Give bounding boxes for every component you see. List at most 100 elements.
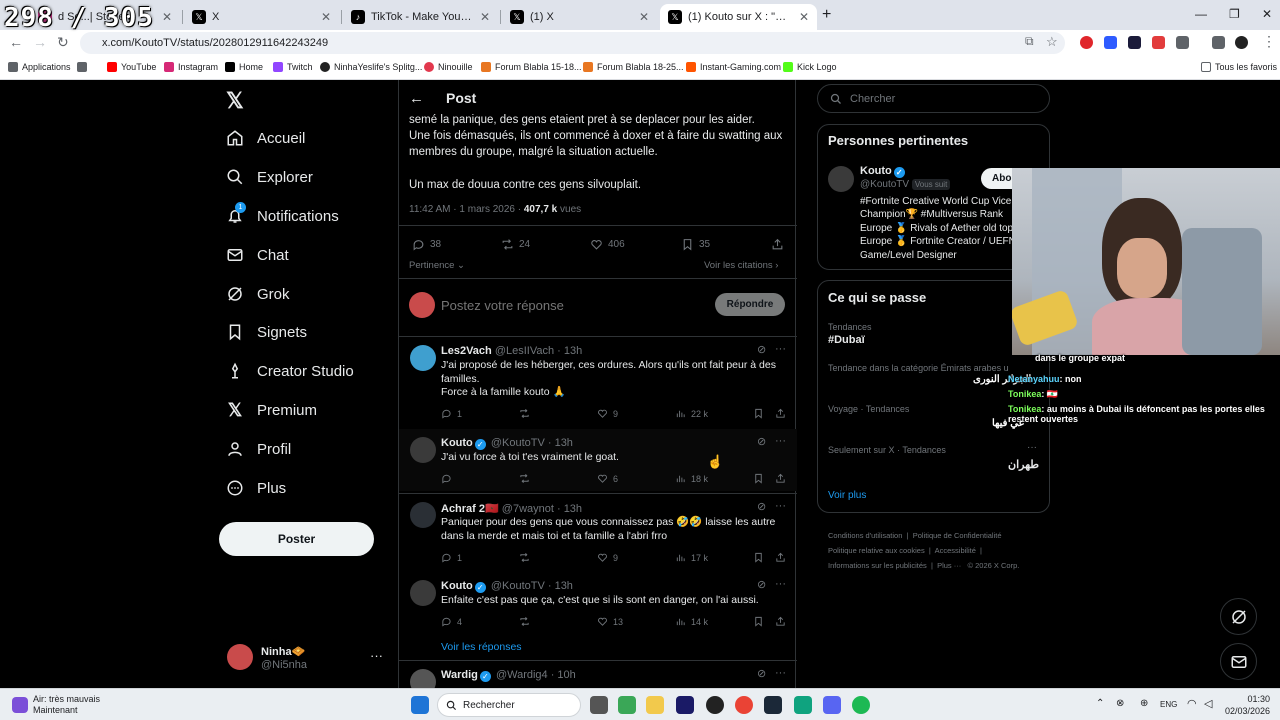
- windows-start-icon[interactable]: [411, 696, 429, 714]
- search-box[interactable]: Chercher: [817, 84, 1050, 113]
- bookmark-button[interactable]: [753, 552, 769, 563]
- wifi-icon[interactable]: ◠: [1187, 697, 1197, 710]
- close-icon[interactable]: ✕: [321, 10, 331, 24]
- sort-pertinence[interactable]: Pertinence ⌄: [409, 260, 465, 271]
- nav-creator-studio[interactable]: Creator Studio: [226, 362, 354, 380]
- reply-tweet[interactable]: Wardig ✓ @Wardig4 · 10h ⊘ ···: [399, 661, 797, 688]
- footer-link[interactable]: Informations sur les publicités: [828, 561, 927, 570]
- like-button[interactable]: 6: [597, 473, 618, 484]
- account-menu-icon[interactable]: ···: [370, 648, 383, 663]
- close-window-icon[interactable]: ✕: [1262, 7, 1272, 21]
- restore-icon[interactable]: ❐: [1229, 7, 1240, 21]
- taskbar-clock[interactable]: 01:30 02/03/2026: [1225, 693, 1270, 717]
- address-bar[interactable]: x.com/KoutoTV/status/2028012911642243249: [80, 32, 1065, 54]
- more-icon[interactable]: ···: [775, 435, 786, 447]
- trend-name[interactable]: #Dubaï: [828, 334, 865, 346]
- bookmark-applications[interactable]: Applications: [8, 62, 71, 72]
- app-icon[interactable]: [618, 696, 636, 714]
- app-icon[interactable]: [794, 696, 812, 714]
- close-icon[interactable]: ✕: [639, 10, 649, 24]
- view-quotes-link[interactable]: Voir les citations ›: [704, 260, 778, 271]
- reply-tweet[interactable]: Achraf 2🇲🇦 @7waynot · 13h ⊘ ··· Paniquer…: [399, 494, 797, 570]
- share-button[interactable]: [775, 552, 791, 563]
- grok-float-button[interactable]: [1220, 598, 1257, 635]
- extension-icon[interactable]: [1104, 36, 1117, 49]
- trend-name[interactable]: طهران: [1008, 458, 1039, 471]
- post-button[interactable]: Poster: [219, 522, 374, 556]
- share-button[interactable]: [775, 408, 791, 419]
- avatar[interactable]: [410, 345, 436, 371]
- repost-button[interactable]: [519, 408, 535, 419]
- share-button[interactable]: [775, 473, 791, 484]
- bookmark-button[interactable]: [753, 408, 769, 419]
- nav-more[interactable]: Plus: [226, 479, 286, 497]
- bookmark-button[interactable]: 35: [681, 238, 710, 251]
- reload-icon[interactable]: ↻: [57, 34, 69, 51]
- taskbar-search[interactable]: Rechercher: [437, 693, 581, 717]
- tray-icon[interactable]: ⊗: [1116, 698, 1124, 709]
- reply-button[interactable]: 38: [412, 238, 441, 251]
- repost-button[interactable]: [519, 616, 535, 627]
- bookmark-instant-gaming[interactable]: Instant-Gaming.com: [686, 62, 781, 72]
- more-icon[interactable]: ···: [1027, 442, 1037, 453]
- language-indicator[interactable]: ENG: [1160, 700, 1177, 709]
- bookmark-forum-15-18[interactable]: Forum Blabla 15-18...: [481, 62, 582, 72]
- volume-icon[interactable]: ◁: [1204, 697, 1212, 710]
- back-arrow-icon[interactable]: ←: [409, 90, 424, 107]
- views-button[interactable]: 14 k: [675, 616, 708, 627]
- repost-button[interactable]: 24: [501, 238, 530, 251]
- like-button[interactable]: 9: [597, 552, 618, 563]
- more-icon[interactable]: ···: [775, 667, 786, 679]
- close-icon[interactable]: ✕: [799, 10, 809, 24]
- nav-chat[interactable]: Chat: [226, 246, 289, 264]
- new-tab-button[interactable]: +: [822, 6, 831, 24]
- bookmark-button[interactable]: [753, 616, 769, 627]
- reply-button[interactable]: 1: [441, 552, 462, 563]
- views-button[interactable]: 17 k: [675, 552, 708, 563]
- browser-tab-2[interactable]: 𝕏 X ✕: [184, 4, 339, 30]
- discord-icon[interactable]: [823, 696, 841, 714]
- grok-icon[interactable]: ⊘: [757, 667, 766, 680]
- extensions-puzzle-icon[interactable]: [1176, 36, 1189, 49]
- nav-premium[interactable]: 𝕏 Premium: [226, 400, 317, 420]
- bookmark-kick[interactable]: Kick Logo: [783, 62, 837, 72]
- footer-link[interactable]: Politique de Confidentialité: [913, 531, 1002, 540]
- chrome-icon[interactable]: [735, 696, 753, 714]
- nav-notifications[interactable]: 1 Notifications: [226, 202, 339, 225]
- opera-icon[interactable]: [1080, 36, 1093, 49]
- avatar[interactable]: [828, 166, 854, 192]
- bookmark-ninouille[interactable]: Ninouille: [424, 62, 473, 72]
- reply-button[interactable]: 1: [441, 408, 462, 419]
- see-more-link[interactable]: Voir plus: [828, 490, 866, 501]
- repost-button[interactable]: [519, 473, 535, 484]
- forward-icon[interactable]: →: [33, 34, 47, 50]
- extension-icon[interactable]: [1152, 36, 1165, 49]
- avatar[interactable]: [227, 644, 253, 670]
- task-view-icon[interactable]: [590, 696, 608, 714]
- bookmark-youtube[interactable]: YouTube: [107, 62, 156, 72]
- spotify-icon[interactable]: [852, 696, 870, 714]
- reply-button[interactable]: [441, 473, 457, 484]
- apps-grid[interactable]: [77, 62, 91, 72]
- share-button[interactable]: [775, 616, 791, 627]
- footer-link[interactable]: Politique relative aux cookies: [828, 546, 925, 555]
- extension-icon[interactable]: [1128, 36, 1141, 49]
- footer-link[interactable]: Conditions d'utilisation: [828, 531, 902, 540]
- bookmark-home[interactable]: Home: [225, 62, 263, 72]
- back-icon[interactable]: ←: [9, 34, 23, 50]
- grok-icon[interactable]: ⊘: [757, 435, 766, 448]
- weather-widget[interactable]: Air: très mauvais Maintenant: [33, 694, 100, 716]
- profile-avatar[interactable]: [1235, 36, 1248, 49]
- obs-icon[interactable]: [706, 696, 724, 714]
- nav-profile[interactable]: Profil: [226, 440, 291, 458]
- minimize-icon[interactable]: —: [1195, 7, 1207, 21]
- nav-bookmarks[interactable]: Signets: [226, 323, 307, 341]
- see-replies-link[interactable]: Voir les réponses: [441, 641, 522, 653]
- messages-float-button[interactable]: [1220, 643, 1257, 680]
- avatar[interactable]: [410, 437, 436, 463]
- like-button[interactable]: 13: [597, 616, 623, 627]
- bookmark-star-icon[interactable]: ☆: [1046, 34, 1058, 50]
- menu-icon[interactable]: ⋮: [1262, 33, 1276, 50]
- like-button[interactable]: 406: [590, 238, 625, 251]
- like-button[interactable]: 9: [597, 408, 618, 419]
